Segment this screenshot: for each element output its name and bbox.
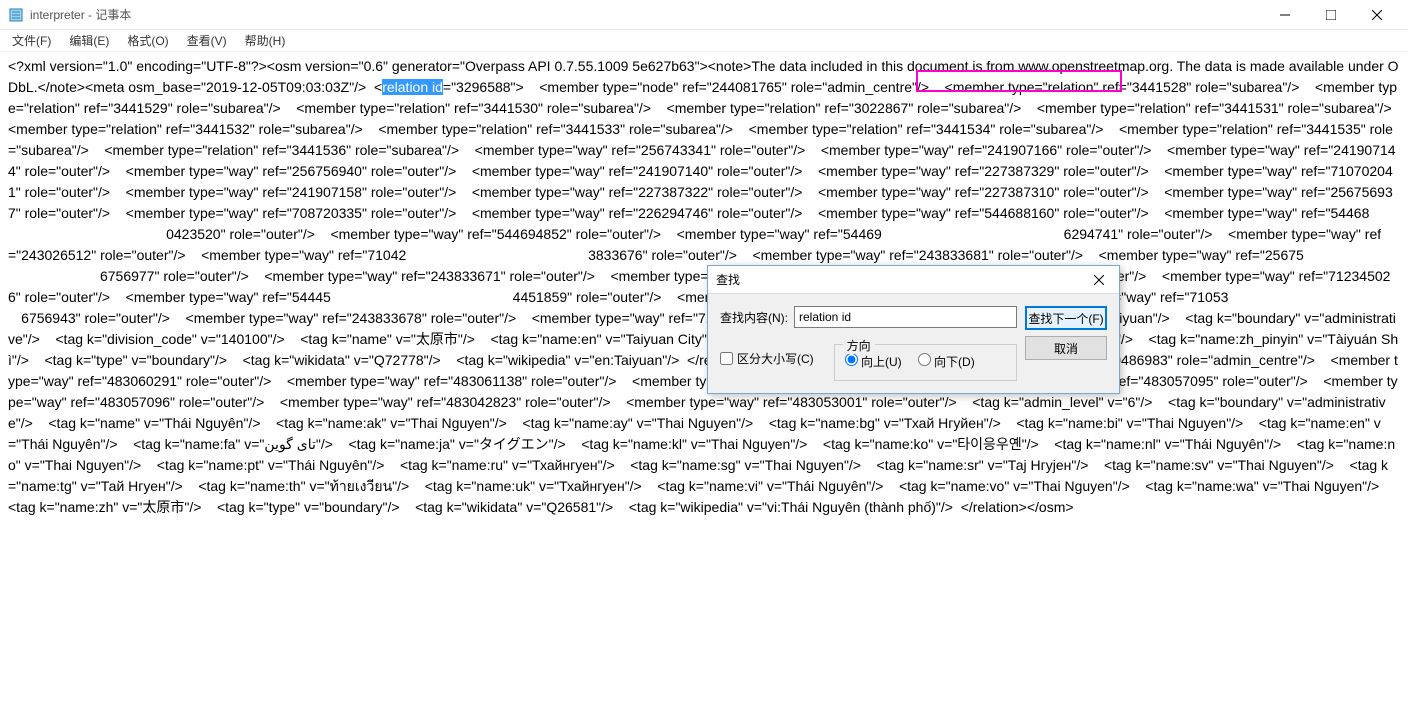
find-input[interactable]	[794, 306, 1017, 328]
menu-format[interactable]: 格式(O)	[119, 30, 176, 51]
maximize-button[interactable]	[1308, 0, 1354, 30]
text-area[interactable]: <?xml version="1.0" encoding="UTF-8"?><o…	[0, 52, 1408, 719]
radio-down[interactable]: 向下(D)	[918, 353, 975, 370]
find-label: 查找内容(N):	[720, 309, 788, 326]
window-title: interpreter - 记事本	[30, 6, 1262, 23]
dialog-close-button[interactable]	[1087, 268, 1111, 292]
selected-text: relation id	[382, 79, 443, 95]
cancel-button[interactable]: 取消	[1025, 336, 1107, 360]
minimize-button[interactable]	[1262, 0, 1308, 30]
close-button[interactable]	[1354, 0, 1400, 30]
menu-edit[interactable]: 编辑(E)	[61, 30, 117, 51]
menu-file[interactable]: 文件(F)	[4, 30, 59, 51]
title-bar: interpreter - 记事本	[0, 0, 1408, 30]
match-case-checkbox[interactable]	[720, 352, 733, 365]
text-content: ="3296588"> <member type="node" ref="244…	[8, 79, 1407, 221]
dialog-titlebar[interactable]: 查找	[708, 266, 1119, 294]
radio-up[interactable]: 向上(U)	[845, 353, 902, 370]
menu-help[interactable]: 帮助(H)	[237, 30, 294, 51]
menu-bar: 文件(F) 编辑(E) 格式(O) 查看(V) 帮助(H)	[0, 30, 1408, 52]
dialog-title: 查找	[716, 271, 1087, 288]
menu-view[interactable]: 查看(V)	[179, 30, 235, 51]
notepad-icon	[8, 7, 24, 23]
match-case-label: 区分大小写(C)	[737, 350, 814, 367]
find-dialog: 查找 查找内容(N): 区分大小写(C) 方向 向上(U) 向下(D)	[707, 265, 1120, 394]
find-next-button[interactable]: 查找下一个(F)	[1025, 306, 1107, 330]
direction-group-label: 方向	[843, 337, 875, 354]
